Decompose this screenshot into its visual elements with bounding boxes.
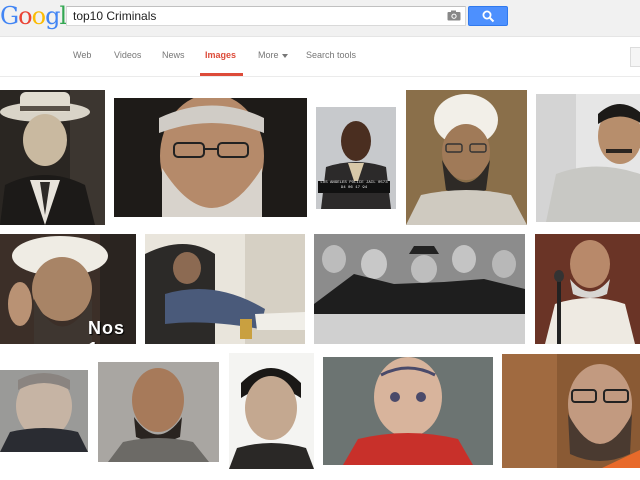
- logo-letter: G: [0, 2, 19, 30]
- image-result[interactable]: [406, 90, 527, 225]
- logo-letter: o: [31, 2, 46, 30]
- tab-more-label: More: [258, 50, 279, 60]
- crowd-bw-photo: [314, 234, 525, 344]
- tab-videos[interactable]: Videos: [114, 50, 141, 60]
- tab-images[interactable]: Images: [205, 50, 236, 60]
- speaker-microphone-photo: [535, 234, 640, 344]
- tab-search-tools[interactable]: Search tools: [306, 50, 356, 60]
- mugshot-photo: [316, 107, 396, 209]
- image-result[interactable]: [98, 362, 219, 462]
- image-result[interactable]: [0, 90, 105, 225]
- fedora-man-photo: [0, 90, 105, 225]
- image-result[interactable]: [0, 370, 88, 452]
- logo-letter: o: [18, 2, 32, 30]
- search-box: [66, 6, 466, 26]
- turban-man-photo: [406, 90, 527, 225]
- mugshot-placard: LOS ANGELES POLICE JAIL 0573 94 06 17 94: [318, 181, 390, 193]
- search-input[interactable]: [67, 7, 447, 25]
- image-result[interactable]: [536, 94, 640, 222]
- image-result[interactable]: [314, 234, 525, 344]
- shaved-head-man-photo: [98, 362, 219, 462]
- politician-photo: [0, 370, 88, 452]
- search-button[interactable]: [468, 6, 508, 26]
- image-result[interactable]: LOS ANGELES POLICE JAIL 0573 94 06 17 94: [316, 107, 396, 209]
- tattooed-man-photo: [323, 357, 493, 465]
- settings-button[interactable]: [630, 47, 640, 67]
- mustache-man-photo: [536, 94, 640, 222]
- magnifier-icon: [482, 10, 495, 23]
- image-results-grid: LOS ANGELES POLICE JAIL 0573 94 06 17 94: [0, 77, 640, 480]
- image-result[interactable]: [229, 353, 314, 469]
- camera-icon[interactable]: [447, 10, 461, 21]
- tab-news[interactable]: News: [162, 50, 185, 60]
- chevron-down-icon: [281, 53, 288, 58]
- logo-letter: g: [45, 2, 60, 30]
- bearded-glasses-man-photo: [502, 354, 640, 468]
- image-result[interactable]: [535, 234, 640, 344]
- search-nav: Web Videos News Images More Search tools: [0, 37, 640, 77]
- dark-hair-man-photo: [229, 353, 314, 469]
- active-tab-indicator: [200, 73, 243, 76]
- tab-web[interactable]: Web: [73, 50, 91, 60]
- image-result[interactable]: [114, 98, 307, 217]
- reclining-man-photo: [145, 234, 305, 344]
- tab-more[interactable]: More: [258, 50, 288, 60]
- image-overlay-caption: Nos 1: [88, 318, 126, 344]
- image-result[interactable]: [502, 354, 640, 468]
- top-bar: Google: [0, 0, 640, 37]
- image-result[interactable]: [145, 234, 305, 344]
- image-result[interactable]: [323, 357, 493, 465]
- image-result[interactable]: Nos 1: [0, 234, 136, 344]
- bearded-man-glasses-photo: [114, 98, 307, 217]
